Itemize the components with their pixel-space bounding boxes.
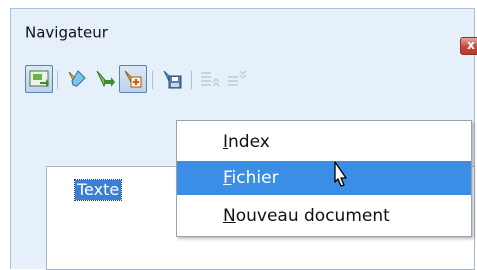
toolbar-separator <box>191 71 192 89</box>
menu-item-index[interactable]: Index <box>177 125 471 159</box>
insert-button[interactable] <box>119 65 147 93</box>
menu-item-nouveau-document-accelerator: N <box>223 206 236 226</box>
close-button[interactable]: x <box>460 37 477 55</box>
toggle-navigator-icon <box>29 70 49 87</box>
insert-mode-dropdown: Index Fichier Nouveau document <box>176 120 472 237</box>
menu-item-fichier-label: ichier <box>231 168 279 188</box>
save-button[interactable] <box>158 65 186 93</box>
menu-item-fichier-accelerator: F <box>223 168 232 188</box>
promote-button[interactable] <box>195 65 223 93</box>
demote-icon <box>228 70 247 86</box>
go-icon <box>96 70 115 88</box>
title-bar: Navigateur x <box>11 9 477 55</box>
menu-item-nouveau-document[interactable]: Nouveau document <box>177 199 471 233</box>
tree-item-selected[interactable]: Texte <box>73 179 123 201</box>
window-title: Navigateur <box>25 23 108 42</box>
menu-item-nouveau-document-label: ouveau document <box>235 206 390 226</box>
toolbar-separator <box>152 71 153 89</box>
toggle-navigator-button[interactable] <box>25 65 53 93</box>
mouse-cursor-icon <box>334 161 347 187</box>
insert-icon <box>124 70 142 88</box>
menu-item-index-label: ndex <box>228 132 270 152</box>
navigator-window: Navigateur x Texte Index Fichier Nouveau… <box>10 8 477 270</box>
menu-item-fichier[interactable]: Fichier <box>177 161 471 195</box>
edit-icon <box>68 70 86 87</box>
go-button[interactable] <box>91 65 119 93</box>
toolbar-separator <box>57 71 58 89</box>
promote-icon <box>201 72 220 87</box>
save-icon <box>163 70 182 89</box>
demote-button[interactable] <box>222 65 250 93</box>
edit-button[interactable] <box>63 65 91 93</box>
toolbar <box>11 65 474 99</box>
